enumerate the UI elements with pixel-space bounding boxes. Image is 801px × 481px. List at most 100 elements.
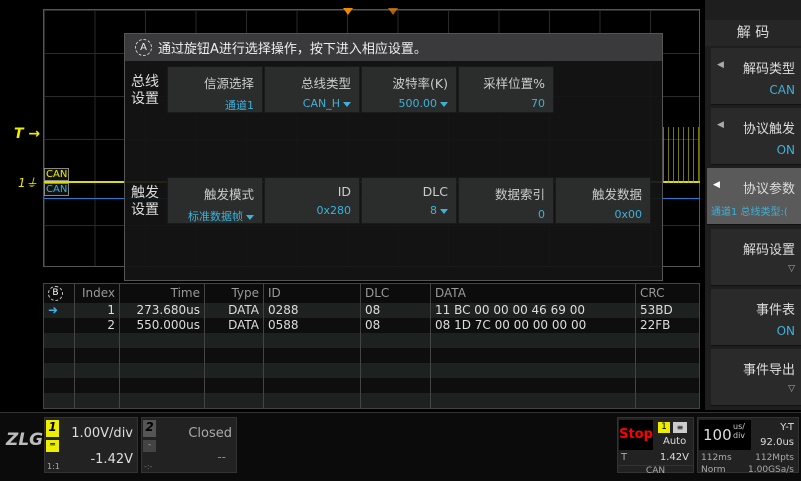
table-cell — [205, 363, 264, 378]
table-cell — [361, 363, 431, 378]
dropdown-arrow-icon — [440, 101, 448, 107]
expand-arrow-icon: ▽ — [788, 264, 795, 274]
bus-cell-2[interactable]: 波特率(K) 500.00 — [361, 66, 457, 113]
cell-value: 500.00 — [398, 97, 438, 110]
table-cell — [75, 348, 120, 363]
cell-label: 信源选择 — [203, 76, 254, 91]
menu-button-label: 协议参数 — [742, 182, 795, 197]
menu-button-2[interactable]: ◀ 协议参数 通道1 总线类型:( — [707, 168, 801, 225]
delay-marker[interactable] — [388, 8, 398, 15]
current-row-arrow-icon: ➜ — [44, 303, 75, 318]
ch2-info[interactable]: 2 - -:- Closed -- — [141, 417, 237, 473]
table-cell: 53BD — [640, 303, 673, 317]
table-cell — [361, 333, 431, 348]
trigger-info[interactable]: Stop 1 ≡ Auto T 1.42V CAN — [617, 417, 694, 476]
menu-button-1[interactable]: ◀ 协议触发 ON — [711, 108, 801, 165]
bus-cell-0[interactable]: 信源选择通道1 — [167, 66, 263, 113]
cell-value: 0x280 — [316, 204, 351, 217]
table-row[interactable] — [44, 393, 699, 408]
menu-title: 解 码 — [705, 20, 801, 46]
menu-button-5[interactable]: 事件导出 ▽ — [711, 349, 801, 406]
submenu-arrow-icon: ◀ — [717, 120, 724, 130]
table-row[interactable] — [44, 348, 699, 363]
submenu-arrow-icon: ◀ — [717, 60, 724, 70]
trig-cell-3[interactable]: 数据索引 0 — [458, 177, 554, 224]
table-row[interactable] — [44, 333, 699, 348]
column-header: Type — [205, 284, 264, 303]
menu-button-value: ON — [776, 324, 795, 338]
event-table[interactable]: B Index Time Type ID DLC DATA CRC ➜ 1 273.680us D… — [43, 283, 700, 409]
cell-label: 数据索引 — [494, 187, 545, 202]
table-cell — [361, 378, 431, 393]
bus-settings-label: 总线设置 — [131, 74, 159, 107]
column-header: ID — [264, 284, 361, 303]
table-cell — [431, 348, 636, 363]
trig-cell-4[interactable]: 触发数据 0x00 — [555, 177, 651, 224]
trigger-position-marker[interactable] — [343, 8, 353, 15]
protocol-params-dialog: A 通过旋钮A进行选择操作，按下进入相应设置。 总线设置 触发设置 信源选择通道… — [124, 33, 663, 281]
table-row[interactable] — [44, 378, 699, 393]
table-cell: 1 — [75, 303, 120, 318]
table-cell — [636, 348, 699, 363]
table-header: B Index Time Type ID DLC DATA CRC — [44, 284, 699, 303]
menu-button-3[interactable]: 解码设置 ▽ — [711, 229, 801, 286]
trig-cell-0[interactable]: 触发模式标准数据帧 — [167, 177, 263, 224]
table-cell — [120, 333, 205, 348]
run-stop-state[interactable]: Stop — [619, 420, 653, 450]
ch1-info[interactable]: 1 ═ 1:1 1.00V/div -1.42V — [44, 417, 138, 473]
cell-label: 总线类型 — [300, 76, 351, 91]
decode-tag-ch1: CAN — [44, 168, 70, 181]
table-cell — [636, 393, 699, 408]
table-cell — [431, 333, 636, 348]
table-cell — [75, 333, 120, 348]
table-cell: 08 — [361, 318, 431, 333]
cell-value: 8 — [430, 204, 437, 217]
dc-coupling-icon: ═ — [46, 440, 59, 452]
menu-button-4[interactable]: 事件表 ON — [711, 289, 801, 346]
table-row[interactable] — [44, 363, 699, 378]
table-cell — [636, 363, 699, 378]
cell-label: ID — [337, 184, 351, 199]
trig-cell-1[interactable]: ID 0x280 — [264, 177, 360, 224]
table-cell: 550.000us — [120, 318, 205, 333]
table-cell: 2 — [75, 318, 120, 333]
dialog-hint-bar: A 通过旋钮A进行选择操作，按下进入相应设置。 — [125, 34, 662, 61]
table-row[interactable]: 2 550.000us DATA 0588 08 08 1D 7C 00 00 00 00… — [44, 318, 699, 333]
dropdown-arrow-icon — [343, 101, 351, 107]
table-cell — [205, 348, 264, 363]
bus-cell-3[interactable]: 采样位置% 70 — [458, 66, 554, 113]
table-cell — [264, 363, 361, 378]
cell-value: 0 — [538, 208, 545, 221]
table-cell — [264, 333, 361, 348]
menu-button-0[interactable]: ◀ 解码类型 CAN — [711, 48, 801, 105]
timebase-info[interactable]: 100 us/div Y-T 92.0us 112ms 112Mpts Norm… — [697, 417, 799, 475]
dropdown-arrow-icon — [246, 214, 254, 220]
trig-cell-2[interactable]: DLC 8 — [361, 177, 457, 224]
column-header: Time — [120, 284, 205, 303]
table-row[interactable]: ➜ 1 273.680us DATA 0288 08 11 BC 00 00 00 46 6… — [44, 303, 699, 318]
cell-value: 标准数据帧 — [188, 210, 243, 223]
table-cell: 22FB — [640, 318, 671, 332]
table-cell: 08 — [361, 303, 431, 318]
table-cell — [205, 333, 264, 348]
cell-value: 通道1 — [225, 99, 254, 112]
dropdown-arrow-icon — [440, 208, 448, 214]
table-cell — [75, 393, 120, 408]
table-cell — [264, 393, 361, 408]
table-cell — [431, 363, 636, 378]
table-cell — [205, 393, 264, 408]
table-cell — [120, 378, 205, 393]
bus-cell-1[interactable]: 总线类型 CAN_H — [264, 66, 360, 113]
column-header: CRC — [640, 286, 665, 300]
cell-label: 触发模式 — [203, 187, 254, 202]
table-cell: 273.680us — [120, 303, 205, 318]
can-signal-burst — [663, 127, 700, 183]
cell-label: 采样位置% — [483, 76, 545, 91]
cell-label: 波特率(K) — [392, 76, 448, 91]
trigger-level-marker[interactable]: T → — [14, 126, 40, 142]
trigger-settings-label: 触发设置 — [131, 185, 159, 218]
channel1-marker[interactable]: 1⏚ — [18, 174, 38, 191]
menu-button-label: 事件导出 — [742, 363, 795, 378]
table-cell — [120, 393, 205, 408]
menu-button-value: 通道1 总线类型:( — [711, 207, 788, 218]
